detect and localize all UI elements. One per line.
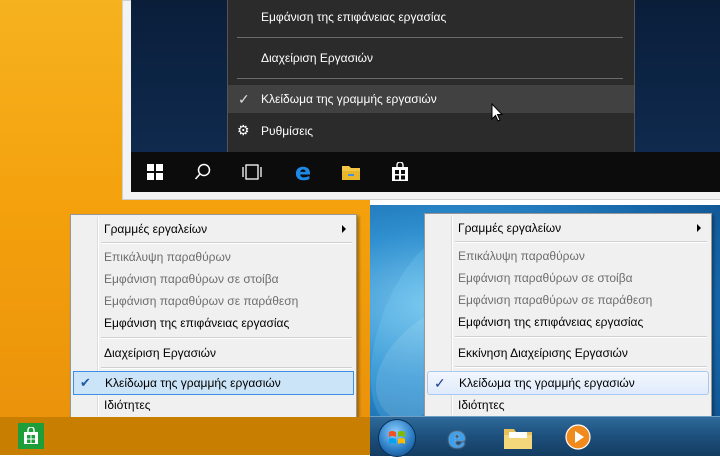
mouse-cursor-icon	[491, 103, 504, 122]
menu-item-toolbars[interactable]: Γραμμές εργαλείων	[427, 217, 709, 239]
menu-item-task-manager[interactable]: Διαχείριση Εργασιών	[228, 44, 634, 72]
menu-item-show-desktop[interactable]: Εμφάνιση της επιφάνειας εργασίας	[228, 3, 634, 31]
menu-item-properties[interactable]: Ιδιότητες	[427, 394, 709, 416]
menu-item-lock-taskbar[interactable]: ✓ Κλείδωμα της γραμμής εργασιών	[228, 85, 634, 113]
submenu-arrow-icon	[697, 224, 701, 232]
menu-item-stacked[interactable]: Εμφάνιση παραθύρων σε στοίβα	[73, 268, 354, 290]
menu-item-label: Γραμμές εργαλείων	[104, 222, 208, 236]
menu-item-label: Ιδιότητες	[458, 398, 505, 412]
windows8-taskbar	[0, 417, 370, 455]
menu-separator	[455, 366, 707, 368]
windows7-taskbar: e	[370, 416, 720, 457]
internet-explorer-icon[interactable]: e	[442, 421, 472, 454]
search-icon[interactable]	[179, 152, 227, 192]
submenu-arrow-icon	[342, 225, 346, 233]
edge-icon[interactable]: e	[279, 152, 327, 192]
menu-item-label: Διαχείριση Εργασιών	[104, 346, 217, 360]
gear-icon: ⚙	[237, 122, 250, 138]
menu-item-toolbars[interactable]: Γραμμές εργαλείων	[73, 218, 354, 240]
menu-separator	[237, 78, 623, 79]
menu-item-label: Εμφάνιση παραθύρων σε στοίβα	[458, 271, 633, 285]
checkmark-icon: ✓	[238, 91, 250, 107]
menu-item-cascade[interactable]: Επικάλυψη παραθύρων	[73, 246, 354, 268]
menu-item-label: Γραμμές εργαλείων	[458, 221, 562, 235]
menu-item-label: Κλείδωμα της γραμμής εργασιών	[261, 92, 437, 106]
menu-item-label: Ιδιότητες	[104, 398, 151, 412]
menu-item-label: Επικάλυψη παραθύρων	[458, 249, 585, 263]
windows-explorer-icon[interactable]	[501, 423, 535, 451]
menu-item-label: Εμφάνιση της επιφάνειας εργασίας	[104, 316, 290, 330]
menu-separator	[101, 367, 352, 369]
start-orb-icon[interactable]	[378, 419, 416, 457]
menu-separator	[101, 337, 352, 339]
menu-item-label: Εμφάνιση παραθύρων σε παράθεση	[104, 294, 299, 308]
menu-separator	[101, 242, 352, 244]
menu-separator	[455, 241, 707, 243]
windows-start-icon[interactable]	[131, 152, 179, 192]
store-icon[interactable]	[18, 423, 44, 449]
file-explorer-icon[interactable]	[327, 152, 375, 192]
windows10-taskbar-context-menu: Εμφάνιση της επιφάνειας εργασίας Διαχείρ…	[227, 0, 635, 156]
menu-item-task-manager[interactable]: Διαχείριση Εργασιών	[73, 342, 354, 364]
menu-item-label: Διαχείριση Εργασιών	[261, 51, 374, 65]
menu-item-label: Εμφάνιση παραθύρων σε στοίβα	[104, 272, 279, 286]
menu-item-label: Κλείδωμα της γραμμής εργασιών	[105, 376, 281, 390]
menu-item-show-desktop[interactable]: Εμφάνιση της επιφάνειας εργασίας	[73, 312, 354, 334]
windows8-taskbar-context-menu: Γραμμές εργαλείων Επικάλυψη παραθύρων Εμ…	[70, 214, 357, 419]
media-player-icon[interactable]	[563, 423, 593, 451]
menu-item-show-desktop[interactable]: Εμφάνιση της επιφάνειας εργασίας	[427, 311, 709, 333]
menu-item-lock-taskbar[interactable]: ✔ Κλείδωμα της γραμμής εργασιών	[73, 371, 354, 395]
menu-item-label: Εκκίνηση Διαχείρισης Εργασιών	[458, 346, 628, 360]
menu-item-label: Εμφάνιση της επιφάνειας εργασίας	[458, 315, 644, 329]
menu-item-properties[interactable]: Ιδιότητες	[73, 394, 354, 416]
menu-item-task-manager[interactable]: Εκκίνηση Διαχείρισης Εργασιών	[427, 342, 709, 364]
menu-item-settings[interactable]: ⚙ Ρυθμίσεις	[228, 117, 634, 145]
menu-item-lock-taskbar[interactable]: ✓ Κλείδωμα της γραμμής εργασιών	[427, 371, 709, 395]
menu-item-label: Επικάλυψη παραθύρων	[104, 250, 231, 264]
menu-item-stacked[interactable]: Εμφάνιση παραθύρων σε στοίβα	[427, 267, 709, 289]
task-view-icon[interactable]	[228, 152, 276, 192]
menu-item-side-by-side[interactable]: Εμφάνιση παραθύρων σε παράθεση	[427, 289, 709, 311]
menu-separator	[455, 336, 707, 338]
menu-item-label: Εμφάνιση της επιφάνειας εργασίας	[261, 10, 447, 24]
windows10-taskbar: e	[131, 152, 720, 192]
menu-separator	[237, 37, 623, 38]
store-icon[interactable]	[376, 152, 424, 192]
windows7-taskbar-context-menu: Γραμμές εργαλείων Επικάλυψη παραθύρων Εμ…	[424, 213, 712, 418]
menu-item-side-by-side[interactable]: Εμφάνιση παραθύρων σε παράθεση	[73, 290, 354, 312]
menu-item-label: Εμφάνιση παραθύρων σε παράθεση	[458, 293, 653, 307]
menu-item-label: Κλείδωμα της γραμμής εργασιών	[459, 376, 635, 390]
checkmark-icon: ✓	[434, 374, 446, 391]
checkmark-icon: ✔	[80, 375, 91, 390]
menu-item-cascade[interactable]: Επικάλυψη παραθύρων	[427, 245, 709, 267]
menu-item-label: Ρυθμίσεις	[261, 124, 314, 138]
